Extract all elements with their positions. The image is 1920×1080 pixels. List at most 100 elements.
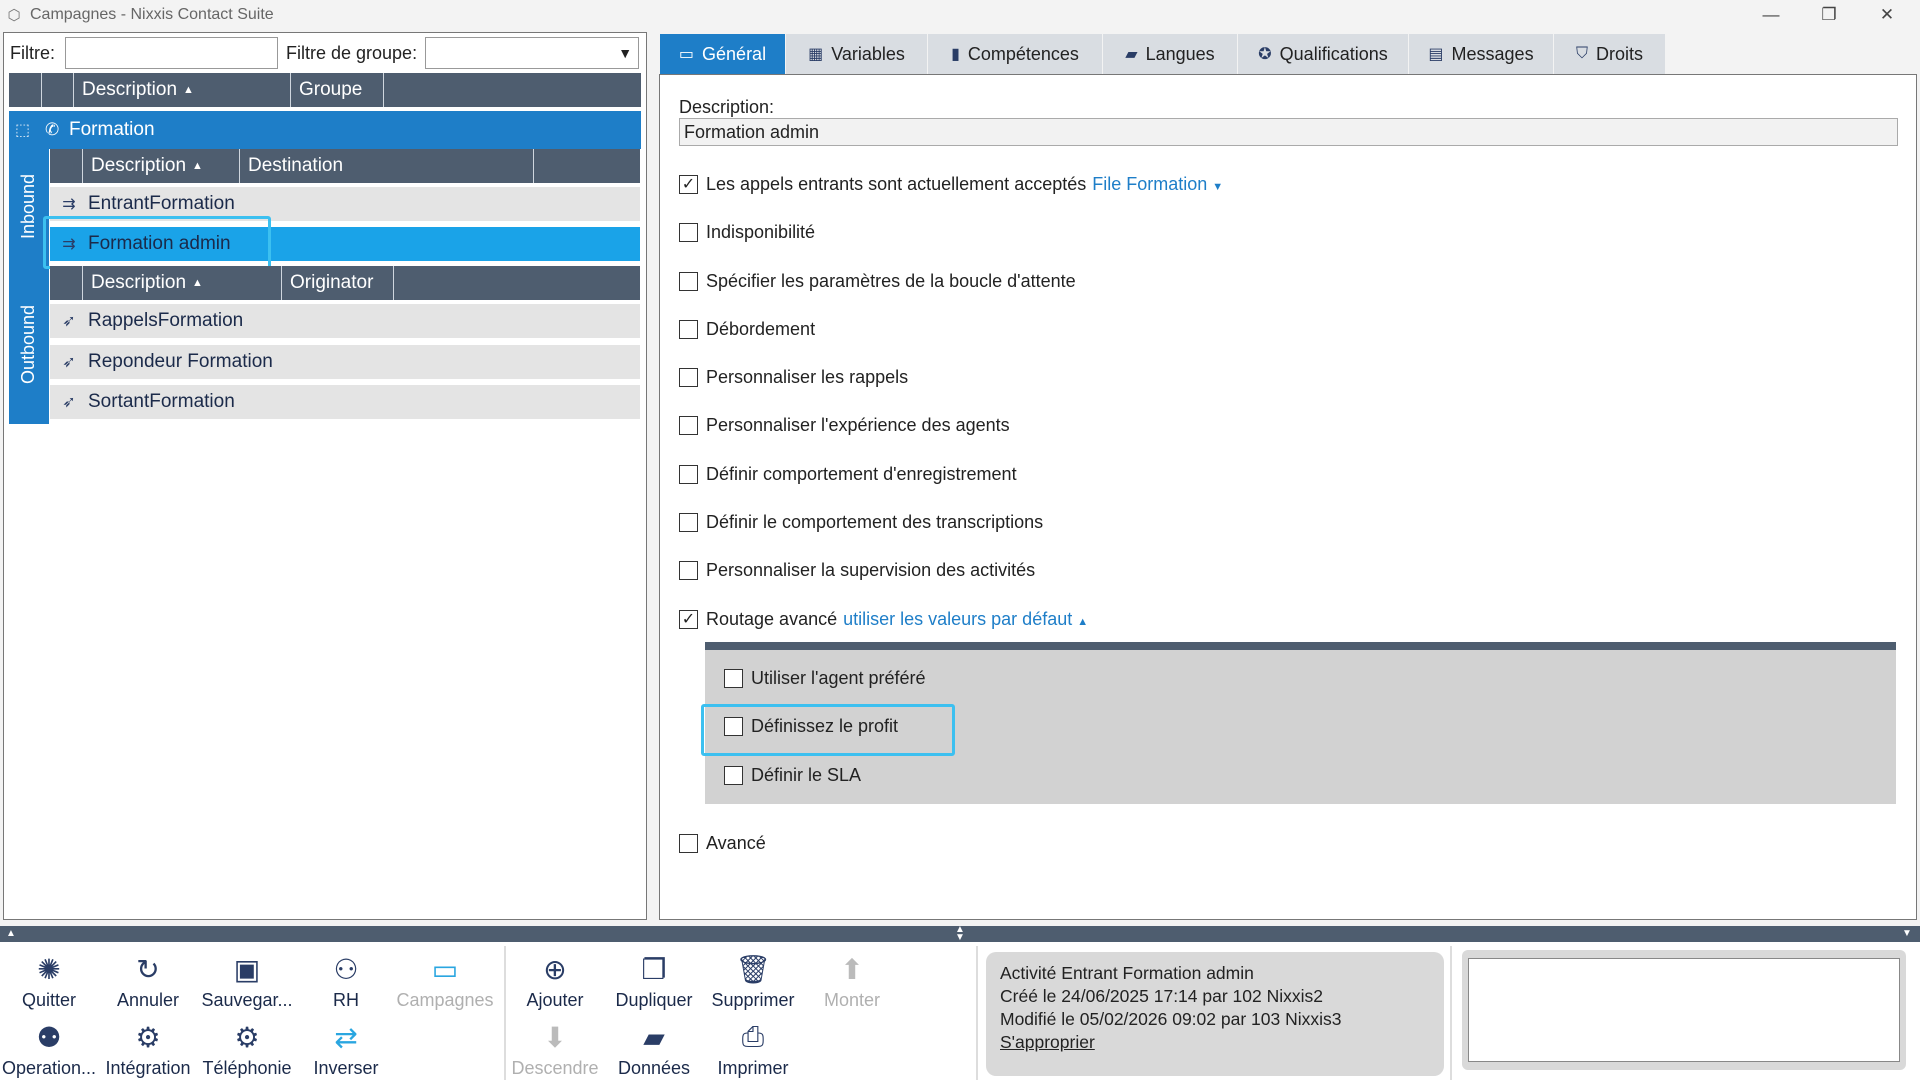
column-header-originator[interactable]: Originator bbox=[282, 266, 394, 300]
header-spacer bbox=[50, 266, 83, 300]
default-values-link[interactable]: utiliser les valeurs par défaut ▲ bbox=[843, 609, 1088, 630]
option-boucle-attente[interactable]: Spécifier les paramètres de la boucle d'… bbox=[679, 271, 1076, 292]
checkbox[interactable] bbox=[724, 669, 743, 688]
quit-button[interactable]: ✺ Quitter bbox=[2, 952, 96, 1011]
checkbox[interactable] bbox=[679, 223, 698, 242]
collapse-up-icon[interactable]: ▲ bbox=[6, 928, 16, 939]
option-agent-prefere[interactable]: Utiliser l'agent préféré bbox=[724, 668, 926, 689]
delete-button[interactable]: 🗑 Supprimer bbox=[706, 952, 800, 1011]
tab-droits[interactable]: ⛉ Droits bbox=[1554, 34, 1666, 74]
checkbox[interactable]: ✓ bbox=[679, 175, 698, 194]
duplicate-button[interactable]: ❐ Dupliquer bbox=[607, 952, 701, 1011]
info-title: Activité Entrant Formation admin bbox=[1000, 963, 1254, 983]
data-button[interactable]: ▰ Données bbox=[607, 1020, 701, 1079]
tab-messages[interactable]: ▤ Messages bbox=[1409, 34, 1554, 74]
trash-icon: 🗑 bbox=[735, 953, 771, 985]
option-inbound-accepted[interactable]: ✓ Les appels entrants sont actuellement … bbox=[679, 174, 1223, 195]
option-experience-agents[interactable]: Personnaliser l'expérience des agents bbox=[679, 415, 1010, 436]
checkbox[interactable] bbox=[724, 766, 743, 785]
checkbox[interactable] bbox=[679, 834, 698, 853]
book-icon: ▮ bbox=[951, 46, 960, 63]
checkbox[interactable] bbox=[679, 368, 698, 387]
option-routage-avance[interactable]: ✓ Routage avancé utiliser les valeurs pa… bbox=[679, 609, 1088, 630]
toolbar-divider bbox=[1450, 946, 1452, 1080]
telephony-button[interactable]: ⚙ Téléphonie bbox=[200, 1020, 294, 1079]
option-transcriptions[interactable]: Définir le comportement des transcriptio… bbox=[679, 512, 1043, 533]
group-filter-select[interactable]: ▼ bbox=[425, 37, 640, 69]
tab-competences[interactable]: ▮ Compétences bbox=[928, 34, 1103, 74]
print-button[interactable]: ⎙ Imprimer bbox=[706, 1020, 800, 1079]
minimize-button[interactable]: — bbox=[1742, 0, 1800, 30]
outbound-band: Outbound bbox=[9, 264, 49, 424]
monitor-icon: ▭ bbox=[678, 46, 695, 63]
monitor-icon: ▭ bbox=[431, 953, 459, 985]
reverse-button[interactable]: ⇄ Inverser bbox=[299, 1020, 393, 1079]
move-down-button[interactable]: ⬇ Descendre bbox=[508, 1020, 602, 1079]
inbound-activity-icon: ⇉ bbox=[62, 196, 76, 213]
column-header-groupe[interactable]: Groupe bbox=[291, 73, 384, 107]
column-header-description[interactable]: Description ▲ bbox=[83, 149, 240, 183]
arrow-down-icon: ⬇ bbox=[543, 1021, 567, 1053]
add-button[interactable]: ⊕ Ajouter bbox=[508, 952, 602, 1011]
queue-link[interactable]: File Formation ▼ bbox=[1092, 174, 1223, 195]
move-up-button[interactable]: ⬆ Monter bbox=[805, 952, 899, 1011]
app-cube-icon: ⬡ bbox=[7, 7, 21, 24]
list-item[interactable]: ➶ RappelsFormation bbox=[50, 304, 640, 340]
header-spacer bbox=[9, 73, 42, 107]
splitter-bar[interactable]: ▲ ▲ ▼ ▼ bbox=[0, 925, 1920, 943]
checkbox[interactable] bbox=[679, 465, 698, 484]
group-row-formation[interactable]: ⬚ ✆ Formation bbox=[9, 111, 641, 149]
campaigns-button[interactable]: ▭ Campagnes bbox=[396, 952, 493, 1011]
option-enregistrement[interactable]: Définir comportement d'enregistrement bbox=[679, 464, 1017, 485]
close-button[interactable]: ✕ bbox=[1858, 0, 1916, 30]
filter-label: Filtre: bbox=[10, 42, 55, 63]
resize-grip-icon[interactable]: ▲ ▼ bbox=[955, 925, 965, 943]
checkbox[interactable] bbox=[679, 272, 698, 291]
activity-info-card: Activité Entrant Formation admin Créé le… bbox=[986, 952, 1444, 1076]
checkbox[interactable] bbox=[679, 320, 698, 339]
phone-gear-icon: ⚙ bbox=[234, 1021, 260, 1053]
operations-button[interactable]: ⚉ Operation... bbox=[2, 1020, 96, 1079]
highlight-frame bbox=[701, 704, 955, 756]
description-field[interactable]: Formation admin bbox=[679, 118, 1898, 146]
checkbox[interactable] bbox=[679, 513, 698, 532]
column-header-description[interactable]: Description ▲ bbox=[74, 73, 291, 107]
list-item[interactable]: ➶ Repondeur Formation bbox=[50, 345, 640, 381]
rh-button[interactable]: ⚇ RH bbox=[299, 952, 393, 1011]
save-button[interactable]: ▣ Sauvegar... bbox=[200, 952, 294, 1011]
secondary-info-box bbox=[1462, 950, 1906, 1070]
tab-variables[interactable]: ▦ Variables bbox=[786, 34, 928, 74]
highlight-frame bbox=[43, 216, 271, 269]
option-debordement[interactable]: Débordement bbox=[679, 319, 815, 340]
tab-general[interactable]: ▭ Général bbox=[660, 34, 786, 74]
checkbox[interactable] bbox=[679, 416, 698, 435]
speech-icon: ▰ bbox=[1125, 46, 1138, 63]
restore-button[interactable]: ❐ bbox=[1800, 0, 1858, 30]
take-ownership-link[interactable]: S'approprier bbox=[1000, 1031, 1430, 1054]
column-header-description[interactable]: Description ▲ bbox=[83, 266, 282, 300]
list-item[interactable]: ➶ SortantFormation bbox=[50, 385, 640, 421]
tab-langues[interactable]: ▰ Langues bbox=[1103, 34, 1238, 74]
title-bar: ⬡ Campagnes - Nixxis Contact Suite — ❐ ✕ bbox=[0, 0, 1920, 30]
option-rappels[interactable]: Personnaliser les rappels bbox=[679, 367, 908, 388]
outbound-activity-icon: ➶ bbox=[62, 394, 76, 411]
collapse-down-icon[interactable]: ▼ bbox=[1902, 928, 1912, 939]
filter-input[interactable] bbox=[65, 37, 278, 69]
folder-gear-icon: ▰ bbox=[643, 1021, 665, 1053]
messages-icon: ▤ bbox=[1428, 46, 1444, 63]
checkbox[interactable] bbox=[679, 561, 698, 580]
integration-button[interactable]: ⚙ Intégration bbox=[101, 1020, 195, 1079]
sort-up-icon: ▲ bbox=[192, 160, 203, 172]
option-avance[interactable]: Avancé bbox=[679, 833, 766, 854]
sort-up-icon: ▲ bbox=[183, 84, 194, 96]
checkbox[interactable]: ✓ bbox=[679, 610, 698, 629]
tab-bar: ▭ Général ▦ Variables ▮ Compétences ▰ Langue… bbox=[660, 34, 1666, 74]
group-name: Formation bbox=[69, 119, 155, 140]
option-indisponibilite[interactable]: Indisponibilité bbox=[679, 222, 815, 243]
tab-qualifications[interactable]: ✪ Qualifications bbox=[1238, 34, 1409, 74]
option-sla[interactable]: Définir le SLA bbox=[724, 765, 861, 786]
caret-up-icon: ▲ bbox=[1077, 616, 1089, 628]
column-header-destination[interactable]: Destination bbox=[240, 149, 534, 183]
option-supervision[interactable]: Personnaliser la supervision des activit… bbox=[679, 560, 1035, 581]
cancel-button[interactable]: ↻ Annuler bbox=[101, 952, 195, 1011]
